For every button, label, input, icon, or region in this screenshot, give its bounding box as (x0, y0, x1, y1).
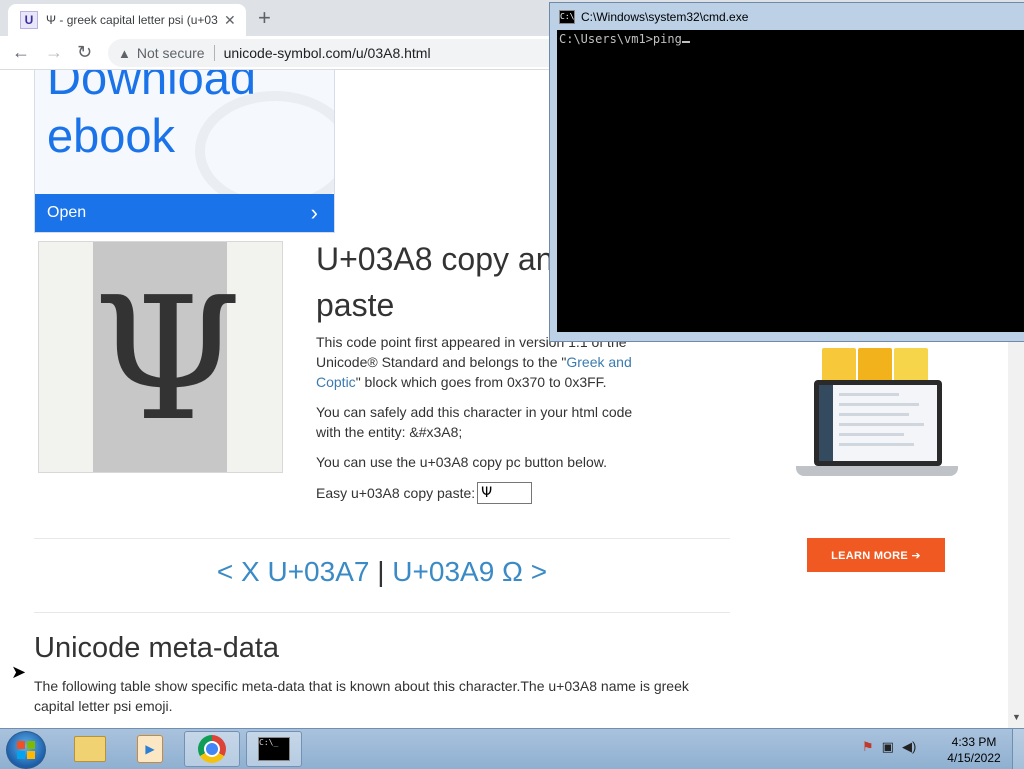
chrome-icon (198, 735, 226, 763)
learn-more-button[interactable]: LEARN MORE ➔ (807, 538, 945, 572)
ad-headline[interactable]: Download ebook (47, 70, 317, 165)
laptop-base (796, 466, 958, 476)
meta-heading: Unicode meta-data (34, 632, 280, 664)
ad-open-button[interactable]: Open › (35, 194, 334, 232)
back-arrow-icon[interactable]: ← (12, 42, 30, 63)
copy-paste-label: Easy u+03A8 copy paste: (316, 485, 476, 501)
network-icon[interactable]: ▣ (882, 739, 894, 755)
system-tray: ⚑ ▣ ◀) (862, 739, 916, 755)
char-pager: < X U+03A7 | U+03A9 Ω > (34, 556, 730, 588)
prev-char-link[interactable]: < X U+03A7 (217, 556, 370, 587)
meta-description: The following table show specific meta-d… (34, 678, 689, 714)
divider (34, 612, 730, 613)
scroll-down-arrow-icon[interactable]: ▼ (1012, 712, 1021, 722)
windows-logo-icon (17, 741, 35, 759)
security-status[interactable]: Not secure (137, 45, 205, 61)
divider (34, 538, 730, 539)
action-center-flag-icon[interactable]: ⚑ (862, 739, 874, 755)
volume-icon[interactable]: ◀) (902, 739, 916, 755)
entity-paragraph: You can safely add this character in you… (316, 404, 633, 440)
chevron-right-icon: › (310, 200, 318, 225)
tab-title: Ψ - greek capital letter psi (u+03 (46, 13, 218, 27)
book-2 (858, 348, 892, 384)
cmd-prompt-line: C:\Users\vm1>ping (559, 32, 690, 46)
url-text[interactable]: unicode-symbol.com/u/03A8.html (224, 45, 431, 61)
cmd-icon: C:\_ (258, 737, 290, 761)
next-char-link[interactable]: U+03A9 Ω > (392, 556, 547, 587)
cmd-title: C:\Windows\system32\cmd.exe (581, 10, 749, 24)
laptop-ad[interactable] (790, 340, 960, 510)
taskbar-explorer[interactable] (62, 731, 118, 767)
tab-close-icon[interactable]: ✕ (224, 12, 236, 29)
folder-icon (74, 736, 106, 762)
site-favicon-icon: U (20, 11, 38, 29)
glyph-preview: Ψ (38, 241, 283, 473)
book-3 (894, 348, 928, 384)
cmd-console[interactable]: C:\Users\vm1>ping (557, 30, 1024, 332)
cmd-cursor (681, 41, 690, 43)
omnibox-divider (213, 45, 215, 61)
mouse-cursor-icon: ➤ (11, 662, 27, 682)
taskbar: ▶ C:\_ ⚑ ▣ ◀) 4:33 PM 4/15/2022 (0, 728, 1024, 769)
glyph-character: Ψ (93, 261, 243, 459)
new-tab-icon[interactable]: + (258, 5, 271, 31)
show-desktop-button[interactable] (1012, 729, 1024, 769)
taskbar-chrome[interactable] (184, 731, 240, 767)
copy-paste-row: Easy u+03A8 copy paste: (316, 482, 533, 504)
clock-time: 4:33 PM (951, 735, 997, 749)
forward-arrow-icon[interactable]: → (45, 42, 63, 63)
pager-separator: | (377, 556, 385, 587)
ad-books-image (822, 348, 930, 384)
ad-open-label: Open (47, 204, 87, 221)
media-player-icon: ▶ (137, 735, 163, 763)
cmd-window[interactable]: C:\ C:\Windows\system32\cmd.exe C:\Users… (549, 2, 1024, 342)
clock-date: 4/15/2022 (947, 751, 1001, 765)
block-range-text: " block which goes from 0x370 to 0x3FF. (355, 374, 607, 390)
clock[interactable]: 4:33 PM 4/15/2022 (944, 734, 1004, 766)
address-bar[interactable]: ▲ Not secure unicode-symbol.com/u/03A8.h… (108, 39, 578, 67)
start-button[interactable] (6, 731, 46, 769)
taskbar-media-player[interactable]: ▶ (122, 731, 178, 767)
browser-tab[interactable]: U Ψ - greek capital letter psi (u+03 ✕ (8, 4, 246, 36)
cmd-app-icon: C:\ (559, 10, 575, 24)
cmd-prompt-text: C:\Users\vm1>ping (559, 32, 682, 46)
copy-paste-input[interactable] (477, 482, 533, 504)
laptop-image (814, 380, 942, 466)
reload-icon[interactable]: ↻ (77, 42, 92, 63)
copy-hint-paragraph: You can use the u+03A8 copy pc button be… (316, 454, 607, 470)
taskbar-cmd[interactable]: C:\_ (246, 731, 302, 767)
warning-icon[interactable]: ▲ (118, 46, 131, 61)
cmd-titlebar[interactable]: C:\ C:\Windows\system32\cmd.exe (550, 3, 1024, 31)
ebook-ad[interactable]: Download ebook Open › (34, 70, 335, 233)
book-1 (822, 348, 856, 384)
